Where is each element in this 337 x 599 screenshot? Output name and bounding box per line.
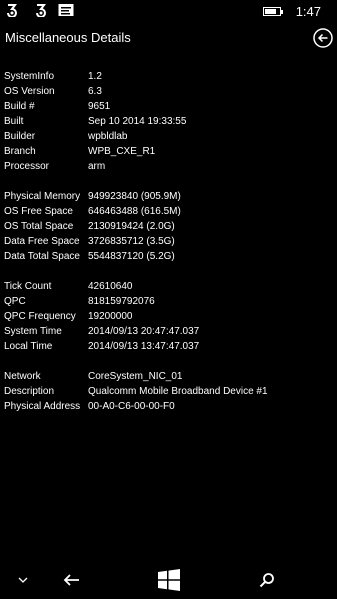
search-icon — [259, 573, 274, 588]
detail-row: Local Time 2014/09/13 13:47:47.037 — [4, 339, 199, 354]
detail-value: 42610640 — [88, 281, 133, 292]
status-bar: 1:47 — [0, 0, 337, 24]
detail-row: QPC Frequency 19200000 — [4, 309, 199, 324]
detail-label: Physical Memory — [4, 191, 81, 202]
detail-row: OS Total Space 2130919424 (2.0G) — [4, 219, 181, 234]
detail-value: Sep 10 2014 19:33:55 — [88, 116, 187, 127]
detail-row: Physical Address 00-A0-C6-00-00-F0 — [4, 399, 268, 414]
detail-row: Physical Memory 949923840 (905.9M) — [4, 189, 181, 204]
detail-row: Builder wpbldlab — [4, 129, 186, 144]
search-button[interactable] — [252, 561, 282, 599]
detail-row: OS Version 6.3 — [4, 84, 186, 99]
detail-row: QPC 818159792076 — [4, 294, 199, 309]
windows-logo-icon — [158, 569, 180, 591]
detail-value: 6.3 — [88, 86, 102, 97]
detail-value: 2130919424 (2.0G) — [88, 221, 175, 232]
detail-label: Build # — [4, 101, 35, 112]
detail-value: 646463488 (616.5M) — [88, 206, 181, 217]
detail-row: Built Sep 10 2014 19:33:55 — [4, 114, 186, 129]
notification-app-icon — [34, 3, 48, 22]
detail-row: OS Free Space 646463488 (616.5M) — [4, 204, 181, 219]
detail-row: Description Qualcomm Mobile Broadband Dev… — [4, 384, 268, 399]
detail-label: QPC — [4, 296, 26, 307]
detail-value: 818159792076 — [88, 296, 155, 307]
detail-value: Qualcomm Mobile Broadband Device #1 — [88, 386, 268, 397]
message-icon — [58, 3, 74, 22]
battery-icon — [263, 7, 283, 16]
detail-label: Local Time — [4, 341, 53, 352]
detail-value: arm — [88, 161, 106, 172]
timing-section: Tick Count 42610640 QPC 818159792076 QPC Fre… — [4, 279, 199, 354]
detail-label: Processor — [4, 161, 50, 172]
detail-label: Tick Count — [4, 281, 52, 292]
detail-value: 2014/09/13 20:47:47.037 — [88, 326, 200, 337]
detail-value: 5544837120 (5.2G) — [88, 251, 175, 262]
detail-value: 19200000 — [88, 311, 133, 322]
detail-value: 9651 — [88, 101, 111, 112]
nav-back-button[interactable] — [57, 561, 87, 599]
detail-value: 1.2 — [88, 71, 102, 82]
start-button[interactable] — [154, 561, 184, 599]
detail-label: OS Free Space — [4, 206, 73, 217]
notification-app-icon — [5, 3, 19, 22]
detail-row: Tick Count 42610640 — [4, 279, 199, 294]
detail-label: Data Total Space — [4, 251, 80, 262]
detail-label: Data Free Space — [4, 236, 80, 247]
detail-label: Description — [4, 386, 55, 397]
detail-value: 2014/09/13 13:47:47.037 — [88, 341, 200, 352]
detail-row: Processor arm — [4, 159, 186, 174]
network-section: Network CoreSystem_NIC_01 Description Qualc… — [4, 369, 268, 414]
detail-value: wpbldlab — [88, 131, 128, 142]
detail-row: Data Free Space 3726835712 (3.5G) — [4, 234, 181, 249]
detail-row: Network CoreSystem_NIC_01 — [4, 369, 268, 384]
detail-value: 00-A0-C6-00-00-F0 — [88, 401, 175, 412]
detail-row: Data Total Space 5544837120 (5.2G) — [4, 249, 181, 264]
hide-navbar-button[interactable] — [8, 561, 38, 599]
detail-row: System Time 2014/09/13 20:47:47.037 — [4, 324, 199, 339]
detail-label: SystemInfo — [4, 71, 55, 82]
detail-value: 949923840 (905.9M) — [88, 191, 181, 202]
navigation-bar — [0, 561, 337, 599]
detail-label: Builder — [4, 131, 36, 142]
back-button[interactable] — [313, 28, 333, 48]
back-arrow-icon — [313, 28, 333, 48]
detail-label: Branch — [4, 146, 36, 157]
detail-label: OS Version — [4, 86, 55, 97]
detail-row: SystemInfo 1.2 — [4, 69, 186, 84]
back-arrow-icon — [63, 574, 79, 586]
page-title: Miscellaneous Details — [5, 30, 131, 45]
detail-value: WPB_CXE_R1 — [88, 146, 156, 157]
detail-label: OS Total Space — [4, 221, 74, 232]
detail-label: Network — [4, 371, 41, 382]
detail-row: Branch WPB_CXE_R1 — [4, 144, 186, 159]
storage-section: Physical Memory 949923840 (905.9M) OS Free… — [4, 189, 181, 264]
system-info-section: SystemInfo 1.2 OS Version 6.3 Build #9651 Bui… — [4, 69, 186, 174]
status-time: 1:47 — [295, 4, 321, 19]
detail-label: QPC Frequency — [4, 311, 76, 322]
chevron-down-icon — [18, 577, 28, 583]
detail-label: Built — [4, 116, 24, 127]
detail-value: 3726835712 (3.5G) — [88, 236, 175, 247]
detail-label: System Time — [4, 326, 62, 337]
detail-label: Physical Address — [4, 401, 81, 412]
detail-row: Build # 9651 — [4, 99, 186, 114]
detail-value: CoreSystem_NIC_01 — [88, 371, 183, 382]
